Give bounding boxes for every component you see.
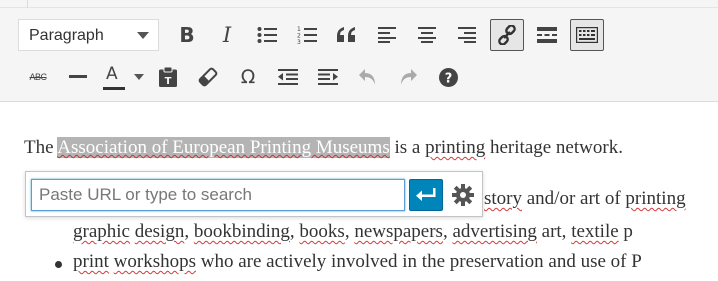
- top-strip: [0, 0, 718, 8]
- chevron-down-icon[interactable]: [134, 74, 144, 80]
- text-color-icon: A: [106, 64, 118, 84]
- svg-text:T: T: [165, 76, 172, 87]
- insert-link-button[interactable]: [490, 19, 524, 51]
- misspelled-word: workshops: [113, 251, 196, 272]
- align-right-icon: [458, 27, 476, 43]
- align-left-icon: [378, 27, 396, 43]
- read-more-button[interactable]: [527, 18, 567, 52]
- misspelled-word: design: [134, 221, 185, 242]
- bulleted-list-button[interactable]: [247, 18, 287, 52]
- gear-icon: [452, 184, 474, 206]
- text-segment: ,: [184, 221, 194, 242]
- blockquote-button[interactable]: [327, 18, 367, 52]
- misspelled-word: printing: [425, 137, 486, 158]
- list-bullet: [55, 261, 62, 268]
- strikethrough-button[interactable]: ABC: [18, 60, 58, 94]
- svg-text:3: 3: [297, 39, 301, 45]
- paste-as-text-button[interactable]: T: [148, 60, 188, 94]
- bulleted-list-icon: [257, 27, 277, 43]
- toolbar-row-1: Paragraph B I 123: [18, 18, 607, 52]
- text-segment: The: [24, 137, 58, 158]
- omega-icon: Ω: [240, 66, 256, 88]
- misspelled-word: books: [299, 221, 345, 242]
- text-color-swatch: [103, 87, 125, 90]
- outdent-icon: [278, 69, 298, 85]
- numbered-list-icon: 123: [297, 26, 317, 45]
- italic-icon: I: [222, 23, 232, 47]
- bold-icon: B: [179, 23, 195, 47]
- list-item-text: print workshops who are actively involve…: [73, 251, 642, 273]
- misspelled-word: printing: [625, 188, 686, 209]
- return-arrow-icon: [416, 188, 436, 201]
- help-icon: ?: [438, 67, 458, 87]
- keyboard-shortcuts-button[interactable]: ?: [428, 60, 468, 94]
- special-character-button[interactable]: Ω: [228, 60, 268, 94]
- apply-link-button[interactable]: [409, 179, 443, 211]
- editor-toolbar: Paragraph B I 123 ABC A T Ω ?: [0, 8, 718, 102]
- link-popup: [25, 171, 483, 217]
- chevron-down-icon: [137, 32, 149, 39]
- paragraph[interactable]: The Association of European Printing Mus…: [24, 137, 623, 159]
- numbered-list-button[interactable]: 123: [287, 18, 327, 52]
- align-center-icon: [418, 27, 436, 43]
- decrease-indent-button[interactable]: [268, 60, 308, 94]
- text-segment: art,: [536, 221, 572, 242]
- increase-indent-button[interactable]: [308, 60, 348, 94]
- redo-button[interactable]: [388, 60, 428, 94]
- italic-button[interactable]: I: [207, 18, 247, 52]
- align-center-button[interactable]: [407, 18, 447, 52]
- text-color-button[interactable]: A: [98, 60, 148, 94]
- horizontal-line-icon: [69, 75, 87, 78]
- text-segment: ,: [289, 221, 300, 242]
- clear-formatting-button[interactable]: [188, 60, 228, 94]
- indent-icon: [318, 69, 338, 85]
- svg-text:?: ?: [444, 71, 452, 86]
- eraser-icon: [198, 67, 218, 87]
- clipboard-icon: T: [159, 67, 177, 87]
- list-item-text: graphic design, bookbinding, books, news…: [73, 221, 633, 243]
- misspelled-word: story: [484, 188, 522, 209]
- misspelled-word: newspapers: [354, 221, 443, 242]
- format-select[interactable]: Paragraph: [18, 19, 159, 51]
- text-segment: p: [618, 221, 633, 242]
- misspelled-word: graphic: [73, 221, 130, 242]
- undo-button[interactable]: [348, 60, 388, 94]
- misspelled-word: bookbinding: [193, 221, 290, 242]
- misspelled-word: print: [73, 251, 109, 272]
- keyboard-icon: [576, 27, 598, 43]
- read-more-icon: [537, 27, 557, 43]
- redo-icon: [401, 69, 417, 85]
- undo-icon: [359, 69, 375, 85]
- text-segment: is a: [389, 137, 426, 158]
- format-select-value: Paragraph: [29, 27, 104, 44]
- misspelled-word: advertising: [452, 221, 537, 242]
- text-segment: heritage network.: [485, 137, 623, 158]
- link-options-button[interactable]: [449, 181, 477, 209]
- toolbar-row-2: ABC A T Ω ?: [18, 60, 468, 94]
- text-segment: who are actively involved in the preserv…: [195, 251, 642, 272]
- align-right-button[interactable]: [447, 18, 487, 52]
- list-item-text: story and/or art of printing: [484, 188, 686, 210]
- toolbar-toggle-button[interactable]: [570, 19, 604, 51]
- text-segment: ,: [344, 221, 355, 242]
- blockquote-icon: [337, 27, 355, 42]
- bold-button[interactable]: B: [167, 18, 207, 52]
- link-icon: [498, 25, 516, 45]
- strikethrough-icon: ABC: [29, 72, 47, 82]
- align-left-button[interactable]: [367, 18, 407, 52]
- link-url-input[interactable]: [31, 179, 405, 211]
- selected-text[interactable]: Association of European Printing Museums: [57, 137, 390, 158]
- misspelled-word: textile: [571, 221, 619, 242]
- horizontal-line-button[interactable]: [58, 60, 98, 94]
- top-strip-segment: [0, 0, 28, 8]
- text-segment: and/or art of: [522, 188, 626, 209]
